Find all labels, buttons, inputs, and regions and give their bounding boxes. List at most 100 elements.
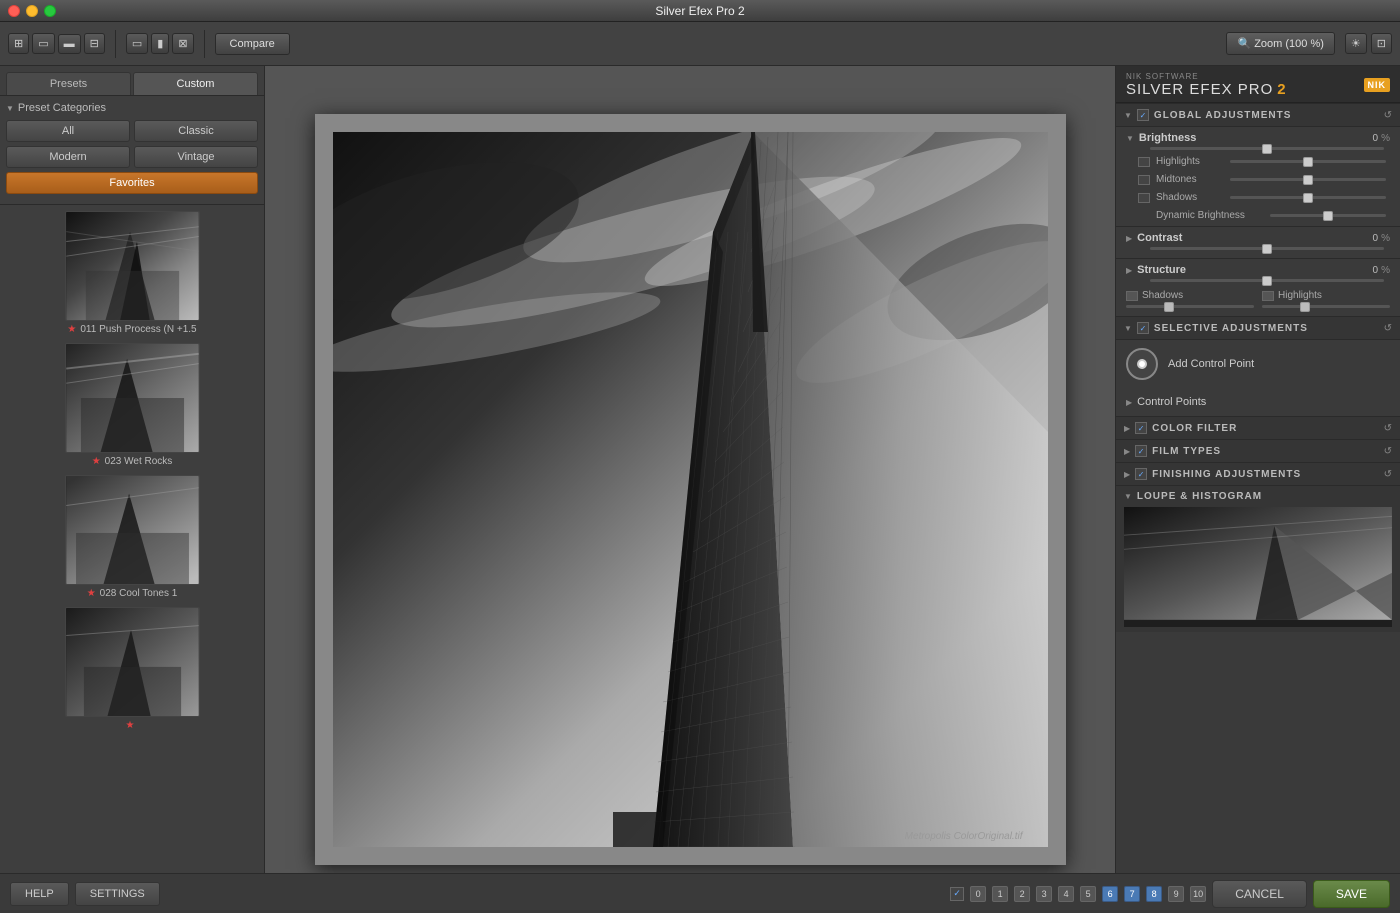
brightness-row[interactable]: ▼ Brightness 0 %: [1116, 127, 1400, 147]
add-control-point-label[interactable]: Add Control Point: [1168, 358, 1254, 370]
midtones-slider-row: Midtones: [1116, 172, 1400, 187]
preset-name-1: 011 Push Process (N +1.5: [80, 324, 196, 335]
cat-all-btn[interactable]: All: [6, 120, 130, 142]
badge-1[interactable]: 1: [992, 886, 1008, 902]
film-types-reset[interactable]: ↺: [1384, 446, 1392, 457]
window-controls: [8, 5, 56, 17]
brightness-slider[interactable]: [1150, 147, 1384, 150]
shadows-label: Shadows: [1156, 192, 1226, 203]
selective-adj-check[interactable]: ✓: [1137, 322, 1149, 334]
toolbar-layout-3[interactable]: ⊠: [172, 33, 193, 54]
list-item[interactable]: ★ 011 Push Process (N +1.5: [6, 211, 258, 335]
structure-slider[interactable]: [1150, 279, 1384, 282]
dynamic-brightness-thumb[interactable]: [1323, 211, 1333, 221]
toolbar-sun-icon[interactable]: ☀: [1345, 33, 1367, 54]
color-filter-check[interactable]: ✓: [1135, 422, 1147, 434]
global-adjustments-header[interactable]: ▼ ✓ GLOBAL ADJUSTMENTS ↺: [1116, 103, 1400, 127]
contrast-slider[interactable]: [1150, 247, 1384, 250]
structure-highlights-check[interactable]: [1262, 291, 1274, 301]
cancel-button[interactable]: CANCEL: [1212, 880, 1307, 908]
toolbar-btn-3[interactable]: ▬: [58, 34, 81, 54]
categories-collapse-arrow[interactable]: ▼: [6, 104, 14, 113]
selective-adj-header[interactable]: ▼ ✓ SELECTIVE ADJUSTMENTS ↺: [1116, 316, 1400, 340]
structure-highlights-slider[interactable]: [1262, 305, 1390, 308]
global-adj-reset[interactable]: ↺: [1384, 110, 1392, 121]
finishing-adj-reset[interactable]: ↺: [1384, 469, 1392, 480]
toolbar-btn-4[interactable]: ⊟: [84, 33, 105, 54]
midtones-thumb[interactable]: [1303, 175, 1313, 185]
control-points-header[interactable]: ▶ Control Points: [1126, 392, 1390, 412]
maximize-button[interactable]: [44, 5, 56, 17]
loupe-histogram-section[interactable]: ▼ LOUPE & HISTOGRAM: [1116, 485, 1400, 632]
bottom-num-check[interactable]: ✓: [950, 887, 964, 901]
structure-highlights-thumb[interactable]: [1300, 302, 1310, 312]
compare-button[interactable]: Compare: [215, 33, 290, 55]
dynamic-brightness-slider[interactable]: [1270, 214, 1386, 217]
highlights-thumb[interactable]: [1303, 157, 1313, 167]
tab-custom[interactable]: Custom: [133, 72, 258, 95]
list-item[interactable]: ★ 028 Cool Tones 1: [6, 475, 258, 599]
contrast-row[interactable]: ▶ Contrast 0 %: [1116, 227, 1400, 247]
minimize-button[interactable]: [26, 5, 38, 17]
midtones-check[interactable]: [1138, 175, 1150, 185]
badge-6[interactable]: 6: [1102, 886, 1118, 902]
film-types-arrow: ▶: [1124, 447, 1130, 456]
toolbar-layout-1[interactable]: ▭: [126, 33, 148, 54]
zoom-button[interactable]: 🔍 Zoom (100 %): [1226, 32, 1334, 55]
cat-classic-btn[interactable]: Classic: [134, 120, 258, 142]
badge-5[interactable]: 5: [1080, 886, 1096, 902]
cat-favorites-btn[interactable]: Favorites: [6, 172, 258, 194]
structure-slider-thumb[interactable]: [1262, 276, 1272, 286]
shadows-thumb[interactable]: [1303, 193, 1313, 203]
list-item[interactable]: ★ 023 Wet Rocks: [6, 343, 258, 467]
film-types-check[interactable]: ✓: [1135, 445, 1147, 457]
shadows-check[interactable]: [1138, 193, 1150, 203]
midtones-label: Midtones: [1156, 174, 1226, 185]
save-button[interactable]: SAVE: [1313, 880, 1390, 908]
midtones-slider[interactable]: [1230, 178, 1386, 181]
structure-value: 0: [1373, 265, 1379, 276]
cat-vintage-btn[interactable]: Vintage: [134, 146, 258, 168]
contrast-value: 0: [1373, 233, 1379, 244]
finishing-adj-section[interactable]: ▶ ✓ FINISHING ADJUSTMENTS ↺: [1116, 462, 1400, 485]
highlights-check[interactable]: [1138, 157, 1150, 167]
preset-label-1: ★ 011 Push Process (N +1.5: [6, 324, 258, 335]
toolbar-btn-2[interactable]: ▭: [32, 33, 54, 54]
toolbar-layout-2[interactable]: ▮: [151, 33, 169, 54]
selective-adj-reset[interactable]: ↺: [1384, 323, 1392, 334]
help-button[interactable]: HELP: [10, 882, 69, 906]
finishing-adj-check[interactable]: ✓: [1135, 468, 1147, 480]
shadows-slider[interactable]: [1230, 196, 1386, 199]
badge-4[interactable]: 4: [1058, 886, 1074, 902]
canvas-area: Metropolis ColorOriginal.tif: [265, 66, 1115, 913]
film-types-section[interactable]: ▶ ✓ FILM TYPES ↺: [1116, 439, 1400, 462]
badge-7[interactable]: 7: [1124, 886, 1140, 902]
color-filter-section[interactable]: ▶ ✓ COLOR FILTER ↺: [1116, 416, 1400, 439]
badge-8[interactable]: 8: [1146, 886, 1162, 902]
badge-10[interactable]: 10: [1190, 886, 1206, 902]
cat-modern-btn[interactable]: Modern: [6, 146, 130, 168]
badge-9[interactable]: 9: [1168, 886, 1184, 902]
brightness-expand-arrow: ▼: [1126, 134, 1134, 143]
global-adj-check[interactable]: ✓: [1137, 109, 1149, 121]
badge-3[interactable]: 3: [1036, 886, 1052, 902]
structure-shadows-check[interactable]: [1126, 291, 1138, 301]
structure-shadows-group: Shadows: [1126, 290, 1254, 308]
contrast-slider-thumb[interactable]: [1262, 244, 1272, 254]
highlights-slider[interactable]: [1230, 160, 1386, 163]
badge-0[interactable]: 0: [970, 886, 986, 902]
structure-shadows-slider[interactable]: [1126, 305, 1254, 308]
control-point-icon[interactable]: [1126, 348, 1158, 380]
list-item[interactable]: ★: [6, 607, 258, 731]
color-filter-reset[interactable]: ↺: [1384, 423, 1392, 434]
toolbar-btn-1[interactable]: ⊞: [8, 33, 29, 54]
toolbar-grid-icon[interactable]: ⊡: [1371, 33, 1392, 54]
structure-sub-section: Shadows Highlights: [1116, 286, 1400, 316]
brightness-slider-thumb[interactable]: [1262, 144, 1272, 154]
structure-row[interactable]: ▶ Structure 0 %: [1116, 259, 1400, 279]
settings-button[interactable]: SETTINGS: [75, 882, 160, 906]
close-button[interactable]: [8, 5, 20, 17]
badge-2[interactable]: 2: [1014, 886, 1030, 902]
structure-shadows-thumb[interactable]: [1164, 302, 1174, 312]
tab-presets[interactable]: Presets: [6, 72, 131, 95]
